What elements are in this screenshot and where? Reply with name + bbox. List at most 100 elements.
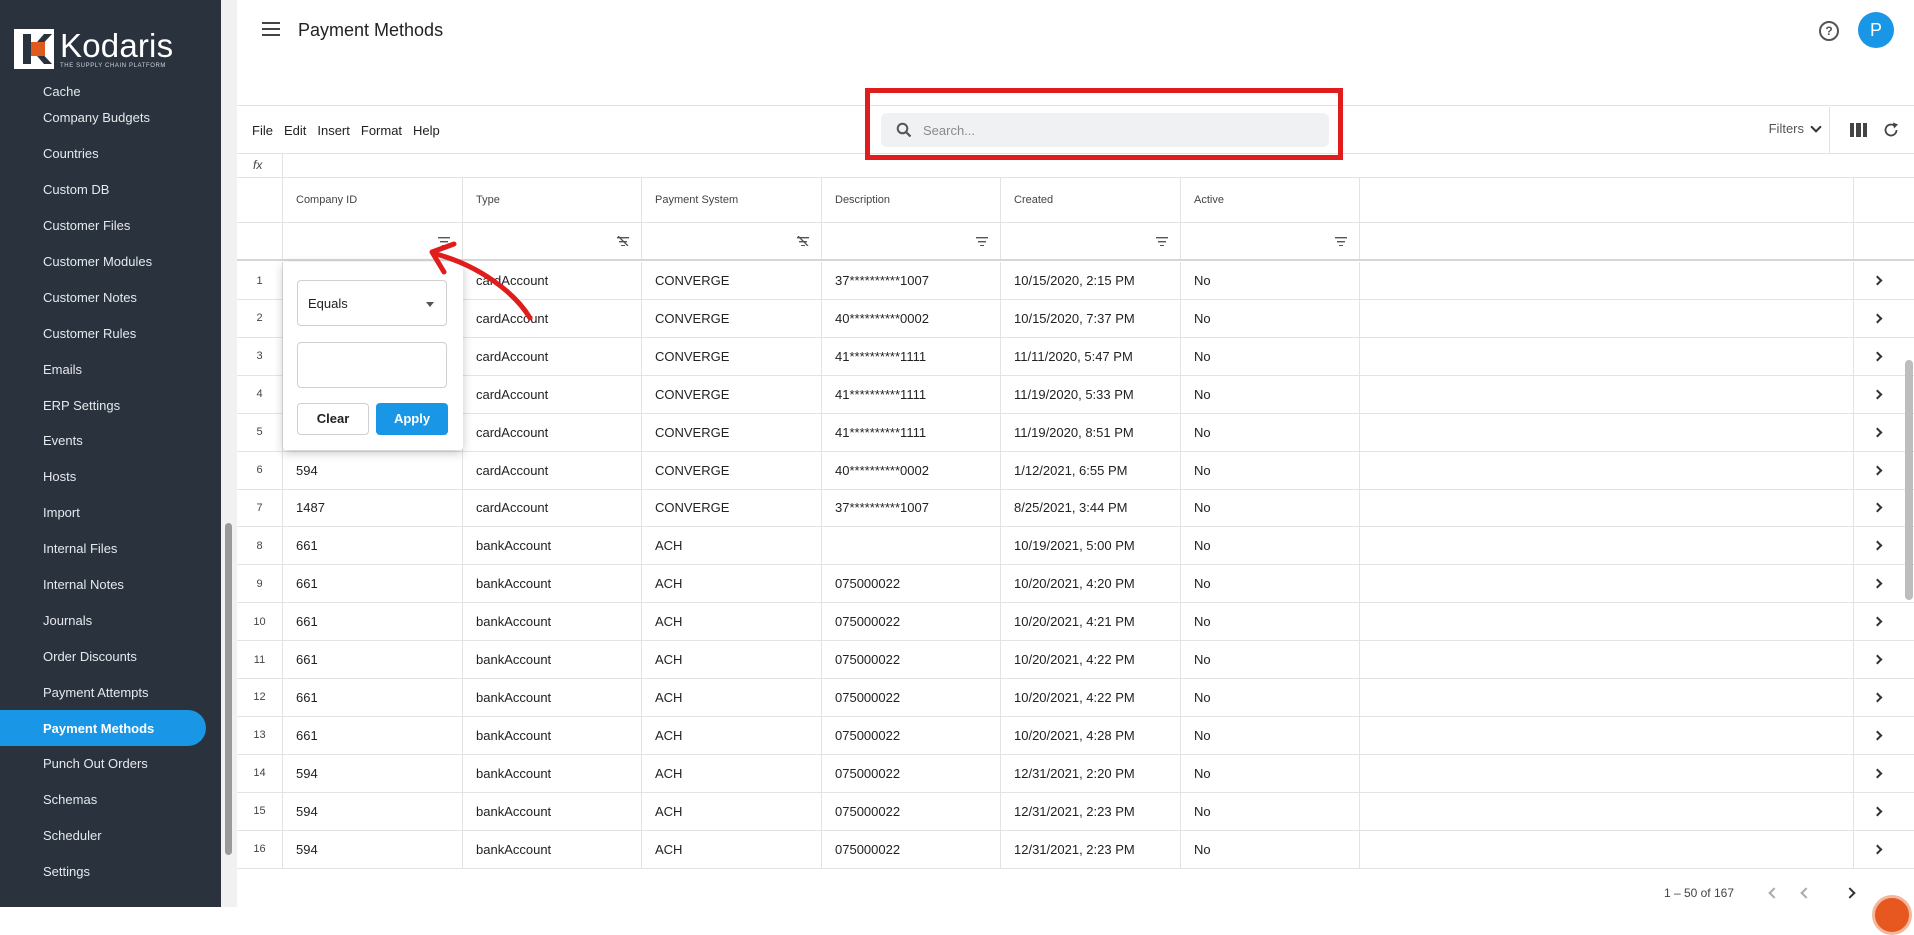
sidebar-item-customer-files[interactable]: Customer Files <box>0 208 221 244</box>
cell-description[interactable]: 075000022 <box>822 565 1001 602</box>
table-row[interactable]: 13661bankAccountACH07500002210/20/2021, … <box>237 717 1914 755</box>
sidebar-item-payment-methods[interactable]: Payment Methods <box>0 710 206 746</box>
cell-type[interactable]: bankAccount <box>463 755 642 792</box>
cell-payment-system[interactable]: CONVERGE <box>642 338 822 375</box>
sidebar-item-custom-db[interactable]: Custom DB <box>0 172 221 208</box>
table-row[interactable]: 12661bankAccountACH07500002210/20/2021, … <box>237 679 1914 717</box>
table-row[interactable]: 2cardAccountCONVERGE40**********000210/1… <box>237 300 1914 338</box>
cell-payment-system[interactable]: CONVERGE <box>642 414 822 451</box>
apply-button[interactable]: Apply <box>376 403 448 435</box>
cell-company-id[interactable]: 594 <box>283 452 463 489</box>
next-page-icon[interactable] <box>1844 887 1855 898</box>
table-row[interactable]: 71487cardAccountCONVERGE37**********1007… <box>237 489 1914 527</box>
row-expand-button[interactable] <box>1854 679 1900 716</box>
table-row[interactable]: 14594bankAccountACH07500002212/31/2021, … <box>237 755 1914 793</box>
menu-insert[interactable]: Insert <box>317 123 350 138</box>
cell-active[interactable]: No <box>1181 338 1360 375</box>
cell-active[interactable]: No <box>1181 489 1360 526</box>
cell-type[interactable]: bankAccount <box>463 793 642 830</box>
cell-description[interactable]: 37**********1007 <box>822 489 1001 526</box>
columns-icon[interactable] <box>1850 123 1867 137</box>
cell-active[interactable]: No <box>1181 262 1360 299</box>
cell-payment-system[interactable]: ACH <box>642 831 822 868</box>
sidebar-item-customer-rules[interactable]: Customer Rules <box>0 315 221 351</box>
column-header-active[interactable]: Active <box>1181 178 1360 222</box>
filter-icon[interactable] <box>1156 236 1168 246</box>
column-header-company-id[interactable]: Company ID <box>283 178 463 222</box>
sidebar-item-order-discounts[interactable]: Order Discounts <box>0 638 221 674</box>
cell-active[interactable]: No <box>1181 679 1360 716</box>
cell-created[interactable]: 10/15/2020, 7:37 PM <box>1001 300 1181 337</box>
row-expand-button[interactable] <box>1854 717 1900 754</box>
cell-active[interactable]: No <box>1181 717 1360 754</box>
cell-payment-system[interactable]: ACH <box>642 679 822 716</box>
user-avatar[interactable]: P <box>1858 12 1894 48</box>
table-row[interactable]: 11661bankAccountACH07500002210/20/2021, … <box>237 641 1914 679</box>
row-expand-button[interactable] <box>1854 452 1900 489</box>
cell-description[interactable]: 41**********1111 <box>822 414 1001 451</box>
cell-company-id[interactable]: 594 <box>283 793 463 830</box>
table-row[interactable]: 9661bankAccountACH07500002210/20/2021, 4… <box>237 565 1914 603</box>
row-expand-button[interactable] <box>1854 831 1900 868</box>
filter-value-input[interactable] <box>297 342 447 388</box>
row-expand-button[interactable] <box>1854 793 1900 830</box>
row-expand-button[interactable] <box>1854 489 1900 526</box>
cell-created[interactable]: 1/12/2021, 6:55 PM <box>1001 452 1181 489</box>
cell-description[interactable]: 40**********0002 <box>822 300 1001 337</box>
sidebar-item-erp-settings[interactable]: ERP Settings <box>0 387 221 423</box>
cell-active[interactable]: No <box>1181 793 1360 830</box>
cell-type[interactable]: bankAccount <box>463 717 642 754</box>
cell-payment-system[interactable]: ACH <box>642 603 822 640</box>
cell-type[interactable]: cardAccount <box>463 262 642 299</box>
column-header-created[interactable]: Created <box>1001 178 1181 222</box>
cell-active[interactable]: No <box>1181 641 1360 678</box>
row-expand-button[interactable] <box>1854 262 1900 299</box>
sidebar-item-scheduler[interactable]: Scheduler <box>0 818 221 854</box>
cell-description[interactable]: 41**********1111 <box>822 376 1001 413</box>
table-row[interactable]: 16594bankAccountACH07500002212/31/2021, … <box>237 831 1914 869</box>
column-header-payment-system[interactable]: Payment System <box>642 178 822 222</box>
cell-created[interactable]: 11/19/2020, 8:51 PM <box>1001 414 1181 451</box>
cell-description[interactable] <box>822 527 1001 564</box>
cell-active[interactable]: No <box>1181 755 1360 792</box>
cell-active[interactable]: No <box>1181 527 1360 564</box>
cell-created[interactable]: 12/31/2021, 2:23 PM <box>1001 831 1181 868</box>
cell-type[interactable]: bankAccount <box>463 831 642 868</box>
sidebar-item-emails[interactable]: Emails <box>0 351 221 387</box>
filter-clear-icon[interactable] <box>797 236 809 246</box>
cell-description[interactable]: 075000022 <box>822 755 1001 792</box>
column-header-type[interactable]: Type <box>463 178 642 222</box>
cell-description[interactable]: 075000022 <box>822 793 1001 830</box>
sidebar-scrollbar[interactable] <box>225 523 232 855</box>
sidebar-item-internal-notes[interactable]: Internal Notes <box>0 567 221 603</box>
brand-logo[interactable]: Kodaris THE SUPPLY CHAIN PLATFORM <box>14 28 173 70</box>
cell-payment-system[interactable]: CONVERGE <box>642 376 822 413</box>
sidebar-item-hosts[interactable]: Hosts <box>0 459 221 495</box>
menu-format[interactable]: Format <box>361 123 402 138</box>
previous-page-icon[interactable] <box>1800 887 1811 898</box>
sidebar-item-internal-files[interactable]: Internal Files <box>0 531 221 567</box>
cell-active[interactable]: No <box>1181 603 1360 640</box>
cell-created[interactable]: 10/19/2021, 5:00 PM <box>1001 527 1181 564</box>
first-page-icon[interactable] <box>1768 887 1779 898</box>
table-row[interactable]: 6594cardAccountCONVERGE40**********00021… <box>237 452 1914 490</box>
row-expand-button[interactable] <box>1854 565 1900 602</box>
cell-type[interactable]: bankAccount <box>463 641 642 678</box>
cell-company-id[interactable]: 661 <box>283 717 463 754</box>
sidebar-item-events[interactable]: Events <box>0 423 221 459</box>
cell-payment-system[interactable]: ACH <box>642 755 822 792</box>
help-icon[interactable]: ? <box>1819 21 1839 41</box>
row-expand-button[interactable] <box>1854 376 1900 413</box>
cell-payment-system[interactable]: CONVERGE <box>642 262 822 299</box>
table-row[interactable]: 10661bankAccountACH07500002210/20/2021, … <box>237 603 1914 641</box>
cell-type[interactable]: bankAccount <box>463 679 642 716</box>
column-header-description[interactable]: Description <box>822 178 1001 222</box>
cell-type[interactable]: cardAccount <box>463 376 642 413</box>
clear-button[interactable]: Clear <box>297 403 369 435</box>
cell-created[interactable]: 11/19/2020, 5:33 PM <box>1001 376 1181 413</box>
table-row[interactable]: 5cardAccountCONVERGE41**********111111/1… <box>237 414 1914 452</box>
cell-type[interactable]: bankAccount <box>463 527 642 564</box>
cell-payment-system[interactable]: CONVERGE <box>642 452 822 489</box>
row-expand-button[interactable] <box>1854 603 1900 640</box>
cell-created[interactable]: 10/20/2021, 4:22 PM <box>1001 679 1181 716</box>
